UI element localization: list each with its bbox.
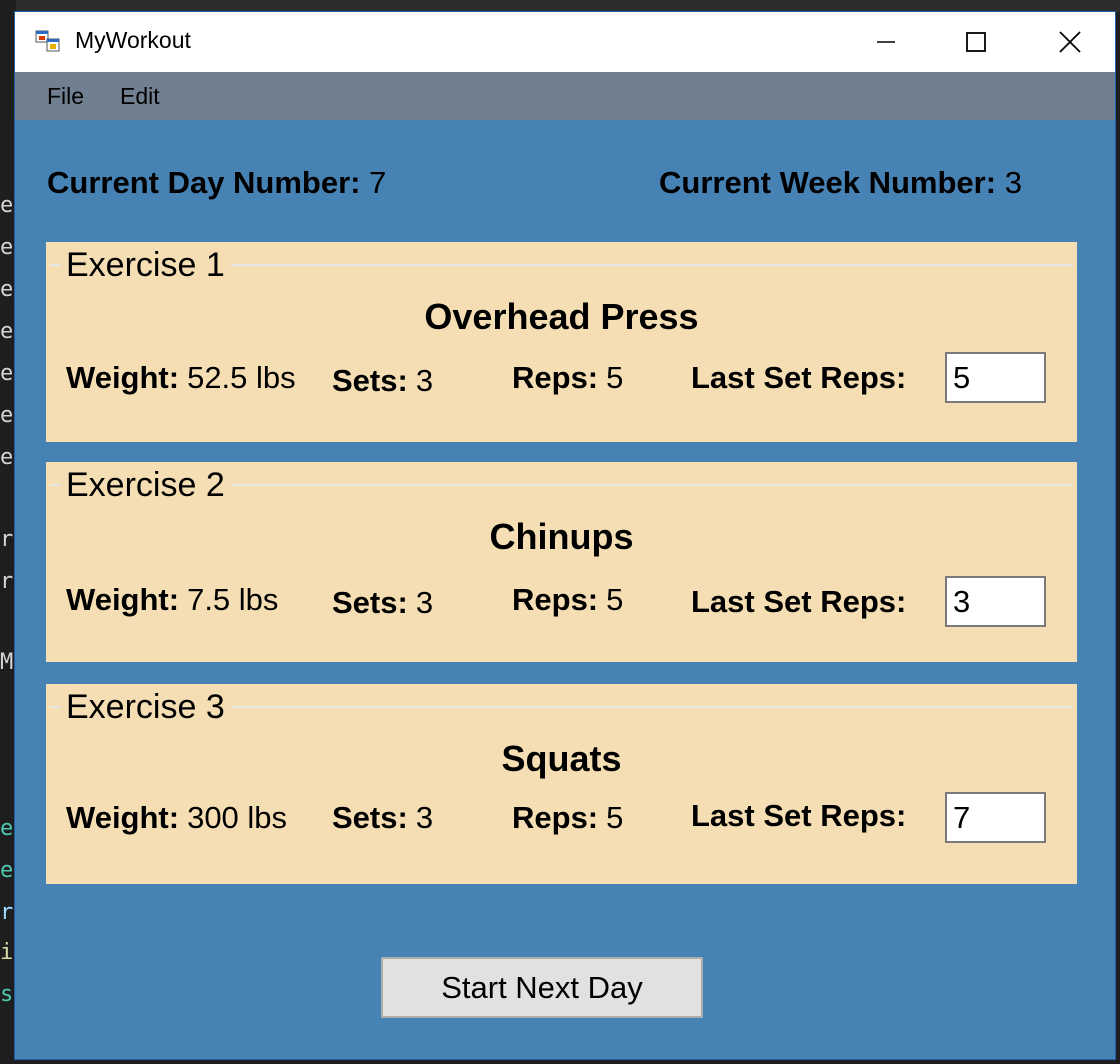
sets-field: Sets: 3 bbox=[332, 800, 433, 836]
ide-code-glyph: e bbox=[0, 319, 14, 344]
maximize-button[interactable] bbox=[931, 12, 1021, 72]
ide-code-glyph: r bbox=[0, 569, 14, 594]
title-bar[interactable]: MyWorkout bbox=[15, 12, 1115, 72]
ide-code-glyph: e bbox=[0, 858, 14, 883]
current-day-value: 7 bbox=[369, 165, 387, 200]
menu-edit[interactable]: Edit bbox=[120, 83, 160, 110]
last-set-reps-field: Last Set Reps: bbox=[691, 584, 906, 620]
reps-value: 5 bbox=[606, 582, 624, 617]
exercise-caption: Exercise 1 bbox=[60, 245, 231, 285]
close-button[interactable] bbox=[1023, 12, 1117, 72]
ide-code-glyph: e bbox=[0, 403, 14, 428]
last-set-reps-label: Last Set Reps: bbox=[691, 360, 907, 395]
weight-label: Weight: bbox=[66, 360, 180, 395]
menu-file[interactable]: File bbox=[47, 83, 84, 110]
sets-value: 3 bbox=[415, 363, 434, 398]
ide-code-glyph: s bbox=[0, 982, 14, 1007]
reps-label: Reps: bbox=[512, 582, 599, 617]
last-set-reps-input[interactable] bbox=[945, 352, 1046, 403]
ide-code-glyph: r bbox=[0, 527, 14, 552]
weight-label: Weight: bbox=[66, 800, 180, 835]
ide-code-glyph: i bbox=[0, 940, 14, 965]
sets-label: Sets: bbox=[332, 800, 408, 835]
last-set-reps-field: Last Set Reps: bbox=[691, 798, 906, 834]
weight-label: Weight: bbox=[66, 582, 180, 617]
sets-value: 3 bbox=[415, 800, 434, 835]
current-week-label: Current Week Number: bbox=[659, 165, 997, 200]
sets-label: Sets: bbox=[332, 363, 408, 398]
exercise-group-1: Exercise 1 Overhead Press Weight: 52.5 lb… bbox=[46, 242, 1077, 442]
start-next-day-button[interactable]: Start Next Day bbox=[381, 957, 703, 1018]
sets-value: 3 bbox=[415, 585, 434, 620]
weight-value: 7.5 lbs bbox=[187, 582, 279, 617]
current-day-label: Current Day Number: bbox=[47, 165, 361, 200]
reps-value: 5 bbox=[606, 800, 624, 835]
exercise-name: Chinups bbox=[489, 516, 634, 557]
reps-field: Reps: 5 bbox=[512, 800, 623, 836]
last-set-reps-input[interactable] bbox=[945, 792, 1046, 843]
exercise-caption: Exercise 2 bbox=[60, 465, 231, 505]
last-set-reps-label: Last Set Reps: bbox=[691, 584, 907, 619]
exercise-group-3: Exercise 3 Squats Weight: 300 lbs Sets: 3 … bbox=[46, 684, 1077, 884]
last-set-reps-field: Last Set Reps: bbox=[691, 360, 906, 396]
app-window-icon bbox=[35, 28, 61, 54]
weight-field: Weight: 7.5 lbs bbox=[66, 582, 278, 618]
weight-value: 300 lbs bbox=[187, 800, 288, 835]
ide-code-glyph: e bbox=[0, 193, 14, 218]
weight-field: Weight: 300 lbs bbox=[66, 800, 287, 836]
ide-code-glyph: M bbox=[0, 650, 14, 675]
myworkout-window: MyWorkout File Edit Current Day Number: bbox=[14, 11, 1116, 1060]
close-icon bbox=[1058, 30, 1082, 54]
minimize-button[interactable] bbox=[841, 12, 931, 72]
reps-label: Reps: bbox=[512, 360, 599, 395]
reps-field: Reps: 5 bbox=[512, 582, 623, 618]
sets-field: Sets: 3 bbox=[332, 585, 433, 621]
ide-code-glyph: e bbox=[0, 445, 14, 470]
sets-field: Sets: 3 bbox=[332, 363, 433, 399]
current-week-value: 3 bbox=[1004, 165, 1022, 200]
ide-code-glyph: e bbox=[0, 816, 14, 841]
current-week-status: Current Week Number: 3 bbox=[659, 165, 1022, 201]
weight-field: Weight: 52.5 lbs bbox=[66, 360, 296, 396]
exercise-name: Overhead Press bbox=[424, 296, 699, 337]
exercise-caption: Exercise 3 bbox=[60, 687, 231, 727]
exercise-name: Squats bbox=[501, 738, 622, 779]
ide-code-glyph: e bbox=[0, 277, 14, 302]
exercise-group-2: Exercise 2 Chinups Weight: 7.5 lbs Sets: 3… bbox=[46, 462, 1077, 662]
ide-code-glyph: r bbox=[0, 900, 14, 925]
reps-field: Reps: 5 bbox=[512, 360, 623, 396]
reps-value: 5 bbox=[606, 360, 624, 395]
weight-value: 52.5 lbs bbox=[187, 360, 296, 395]
maximize-icon bbox=[965, 31, 987, 53]
minimize-icon bbox=[875, 31, 897, 53]
last-set-reps-label: Last Set Reps: bbox=[691, 798, 907, 833]
ide-code-glyph: e bbox=[0, 361, 14, 386]
last-set-reps-input[interactable] bbox=[945, 576, 1046, 627]
ide-code-glyph: e bbox=[0, 235, 14, 260]
reps-label: Reps: bbox=[512, 800, 599, 835]
sets-label: Sets: bbox=[332, 585, 408, 620]
window-title: MyWorkout bbox=[75, 27, 191, 53]
menu-bar: File Edit bbox=[15, 72, 1115, 120]
current-day-status: Current Day Number: 7 bbox=[47, 165, 386, 201]
